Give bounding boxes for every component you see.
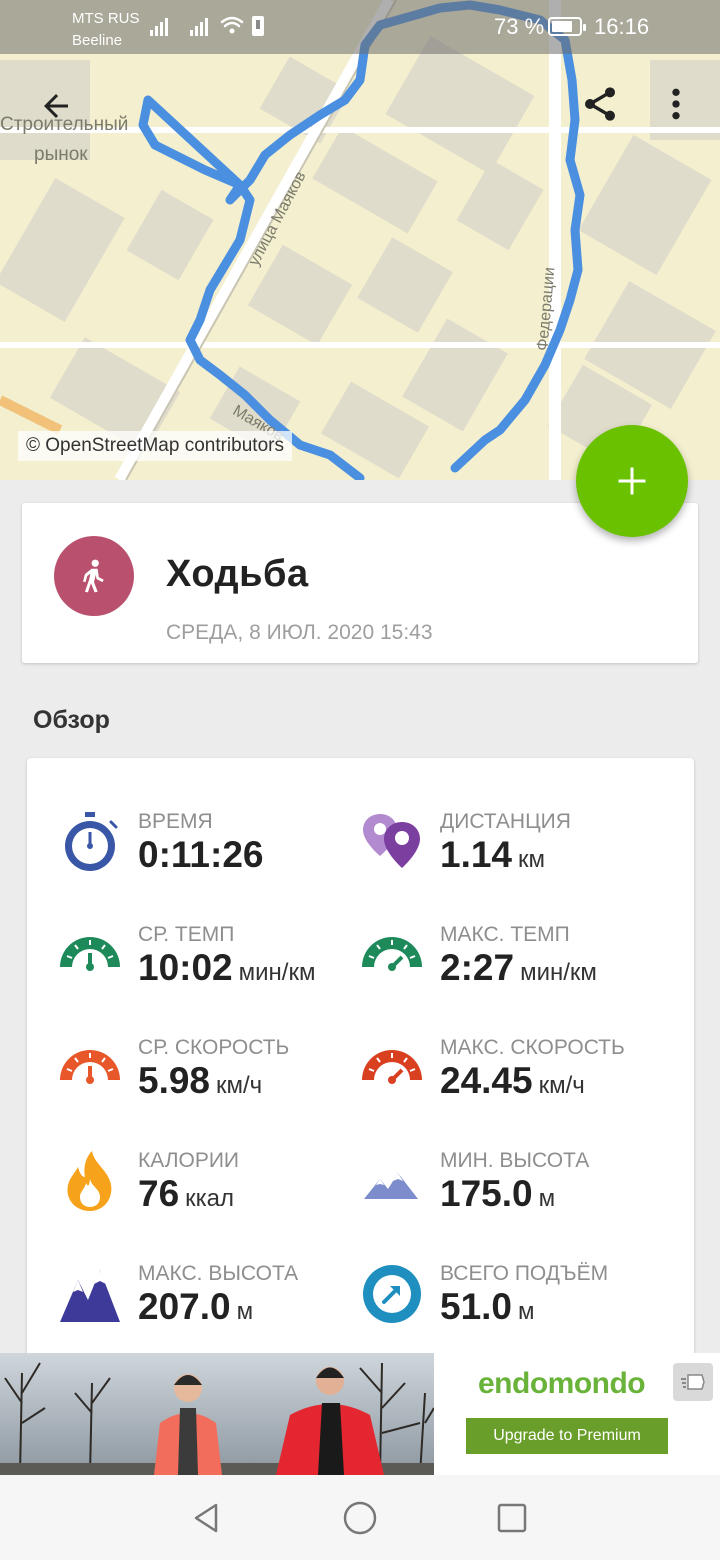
stat-label: ВСЕГО ПОДЪЁМ [440, 1262, 609, 1285]
more-options-button[interactable] [652, 80, 700, 128]
stat-value: 207.0 м [138, 1286, 253, 1328]
stat-max-speed: МАКС. СКОРОСТЬ 24.45 км/ч [360, 1036, 680, 1136]
stat-label: МИН. ВЫСОТА [440, 1149, 590, 1172]
max-pace-gauge-icon [362, 937, 422, 971]
stat-unit: м [518, 1298, 535, 1325]
add-button[interactable] [576, 425, 688, 537]
avg-speed-gauge-icon [60, 1050, 120, 1084]
stat-max-pace: МАКС. ТЕМП 2:27 мин/км [360, 923, 680, 1023]
arrow-left-icon [44, 94, 68, 118]
carrier-2: Beeline [72, 32, 123, 49]
system-nav-bar [0, 1475, 720, 1560]
stat-number: 175.0 [440, 1173, 533, 1214]
carrier-1: MTS RUS [72, 10, 140, 27]
stat-value: 51.0 м [440, 1286, 535, 1328]
stat-value: 10:02 мин/км [138, 947, 315, 989]
stat-number: 207.0 [138, 1286, 231, 1327]
stat-total-ascent: ВСЕГО ПОДЪЁМ 51.0 м [360, 1262, 680, 1362]
ad-choices-icon [681, 1374, 705, 1390]
overview-card: ВРЕМЯ 0:11:26 ДИСТАНЦИЯ 1.14 км СР. ТЕМП … [27, 758, 694, 1378]
stat-unit: м [236, 1298, 254, 1325]
stat-label: МАКС. СКОРОСТЬ [440, 1036, 625, 1059]
stat-unit: км [518, 846, 546, 873]
stat-label: МАКС. ВЫСОТА [138, 1262, 299, 1285]
stat-value: 2:27 мин/км [440, 947, 597, 989]
stat-avg-pace: СР. ТЕМП 10:02 мин/км [58, 923, 378, 1023]
upgrade-premium-button[interactable]: Upgrade to Premium [466, 1418, 668, 1454]
plus-icon [618, 467, 646, 495]
workout-header-card: Ходьба СРЕДА, 8 ИЮЛ. 2020 15:43 [22, 503, 698, 663]
sport-title: Ходьба [166, 553, 309, 595]
map-background [0, 0, 720, 480]
stat-number: 2:27 [440, 947, 515, 988]
overview-title: Обзор [33, 706, 110, 734]
stat-unit: ккал [185, 1185, 235, 1212]
stat-min-altitude: МИН. ВЫСОТА 175.0 м [360, 1149, 680, 1249]
sport-avatar [54, 536, 134, 616]
battery-icon [548, 17, 586, 36]
ad-banner[interactable]: endomondo Upgrade to Premium [0, 1353, 720, 1475]
nav-recents-button[interactable] [489, 1495, 535, 1541]
walking-icon [83, 559, 104, 593]
nav-home-button[interactable] [337, 1495, 383, 1541]
stat-label: КАЛОРИИ [138, 1149, 240, 1172]
distance-pin-icon [363, 814, 420, 868]
stat-value: 5.98 км/ч [138, 1060, 262, 1102]
battery-percent: 73 % [494, 14, 545, 39]
carrier-info: MTS RUS Beeline [72, 8, 140, 52]
stat-unit: мин/км [520, 959, 597, 986]
map-attribution[interactable]: © OpenStreetMap contributors [18, 431, 292, 461]
map-label-market-2: рынок [34, 144, 88, 165]
stat-label: СР. СКОРОСТЬ [138, 1036, 290, 1059]
stat-time: ВРЕМЯ 0:11:26 [58, 810, 378, 910]
stat-number: 1.14 [440, 834, 513, 875]
status-bar: MTS RUS Beeline 73 % 16:16 [0, 0, 720, 54]
nav-back-icon [194, 1503, 218, 1533]
more-vert-icon [672, 88, 680, 120]
stat-label: СР. ТЕМП [138, 923, 235, 946]
stat-unit: км/ч [538, 1072, 585, 1099]
stat-number: 0:11:26 [138, 834, 264, 875]
stat-avg-speed: СР. СКОРОСТЬ 5.98 км/ч [58, 1036, 378, 1136]
stopwatch-icon [65, 812, 118, 871]
stat-unit: м [538, 1185, 556, 1212]
stat-calories: КАЛОРИИ 76 ккал [58, 1149, 378, 1249]
signal-wifi-icons [150, 16, 264, 36]
min-altitude-icon [364, 1173, 418, 1199]
workout-date: СРЕДА, 8 ИЮЛ. 2020 15:43 [166, 621, 433, 644]
stat-number: 76 [138, 1173, 180, 1214]
nav-recents-icon [497, 1503, 527, 1533]
stat-number: 10:02 [138, 947, 233, 988]
stat-number: 5.98 [138, 1060, 211, 1101]
max-speed-gauge-icon [362, 1050, 422, 1084]
stat-max-altitude: МАКС. ВЫСОТА 207.0 м [58, 1262, 378, 1362]
share-button[interactable] [576, 80, 624, 128]
stat-label: ДИСТАНЦИЯ [440, 810, 571, 833]
flame-icon [67, 1151, 112, 1211]
stat-unit: км/ч [216, 1072, 263, 1099]
stat-distance: ДИСТАНЦИЯ 1.14 км [360, 810, 680, 910]
stat-number: 24.45 [440, 1060, 533, 1101]
stat-label: МАКС. ТЕМП [440, 923, 570, 946]
ad-runners-photo [0, 1353, 434, 1475]
ad-brand-logo: endomondo [478, 1367, 646, 1400]
back-button[interactable] [32, 82, 80, 130]
stat-value: 24.45 км/ч [440, 1060, 585, 1102]
stat-value: 0:11:26 [138, 834, 270, 876]
stat-value: 1.14 км [440, 834, 545, 876]
stat-value: 76 ккал [138, 1173, 234, 1215]
status-time: 16:16 [594, 14, 650, 39]
ad-badge[interactable] [673, 1363, 713, 1401]
stat-label: ВРЕМЯ [138, 810, 213, 833]
route-map[interactable]: Строительный рынок улица Маяков Федераци… [0, 0, 720, 480]
stat-number: 51.0 [440, 1286, 513, 1327]
share-icon [585, 87, 615, 121]
nav-home-icon [343, 1501, 377, 1535]
max-altitude-icon [60, 1270, 120, 1322]
ascent-icon [363, 1265, 421, 1323]
avg-pace-gauge-icon [60, 937, 120, 971]
stat-unit: мин/км [238, 959, 316, 986]
stat-value: 175.0 м [440, 1173, 555, 1215]
nav-back-button[interactable] [183, 1495, 229, 1541]
